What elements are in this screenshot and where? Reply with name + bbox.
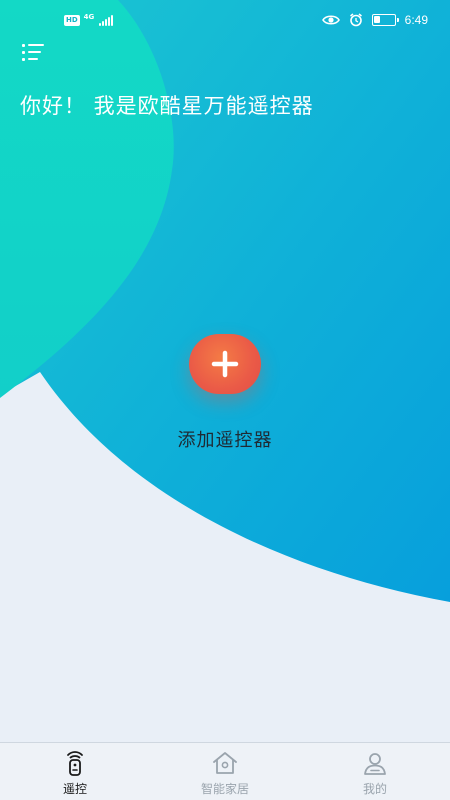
- menu-button[interactable]: [22, 40, 50, 64]
- network-type: 4G: [83, 13, 95, 21]
- tab-mine[interactable]: 我的: [320, 746, 430, 797]
- remote-icon: [67, 751, 83, 776]
- battery-icon: [371, 14, 399, 26]
- tab-remote[interactable]: 遥控: [20, 746, 130, 797]
- home-icon: [213, 752, 237, 774]
- hd-badge: HD: [64, 14, 80, 26]
- add-remote-button[interactable]: [189, 334, 261, 394]
- status-right: 6:49: [321, 13, 428, 27]
- tab-bar: 遥控 智能家居 我的: [0, 742, 450, 800]
- tab-smart-home-label: 智能家居: [200, 782, 249, 796]
- status-bar: HD 4G 6:49: [0, 0, 450, 40]
- add-remote-label[interactable]: 添加遥控器: [0, 426, 450, 452]
- status-left: HD 4G: [64, 13, 114, 26]
- eye-icon: [321, 14, 340, 26]
- signal-icon: [99, 14, 114, 26]
- clock: 6:49: [404, 13, 428, 27]
- background-shapes: [0, 0, 450, 602]
- tab-mine-label: 我的: [362, 782, 387, 796]
- tab-smart-home[interactable]: 智能家居: [170, 746, 280, 797]
- greeting-title: 你好！ 我是欧酷星万能遥控器: [20, 94, 314, 118]
- tab-remote-label: 遥控: [62, 782, 87, 796]
- battery-level: [373, 16, 380, 23]
- menu-icon: [22, 43, 50, 47]
- plus-icon: [211, 350, 239, 378]
- alarm-icon: [349, 13, 363, 27]
- user-icon: [364, 753, 386, 775]
